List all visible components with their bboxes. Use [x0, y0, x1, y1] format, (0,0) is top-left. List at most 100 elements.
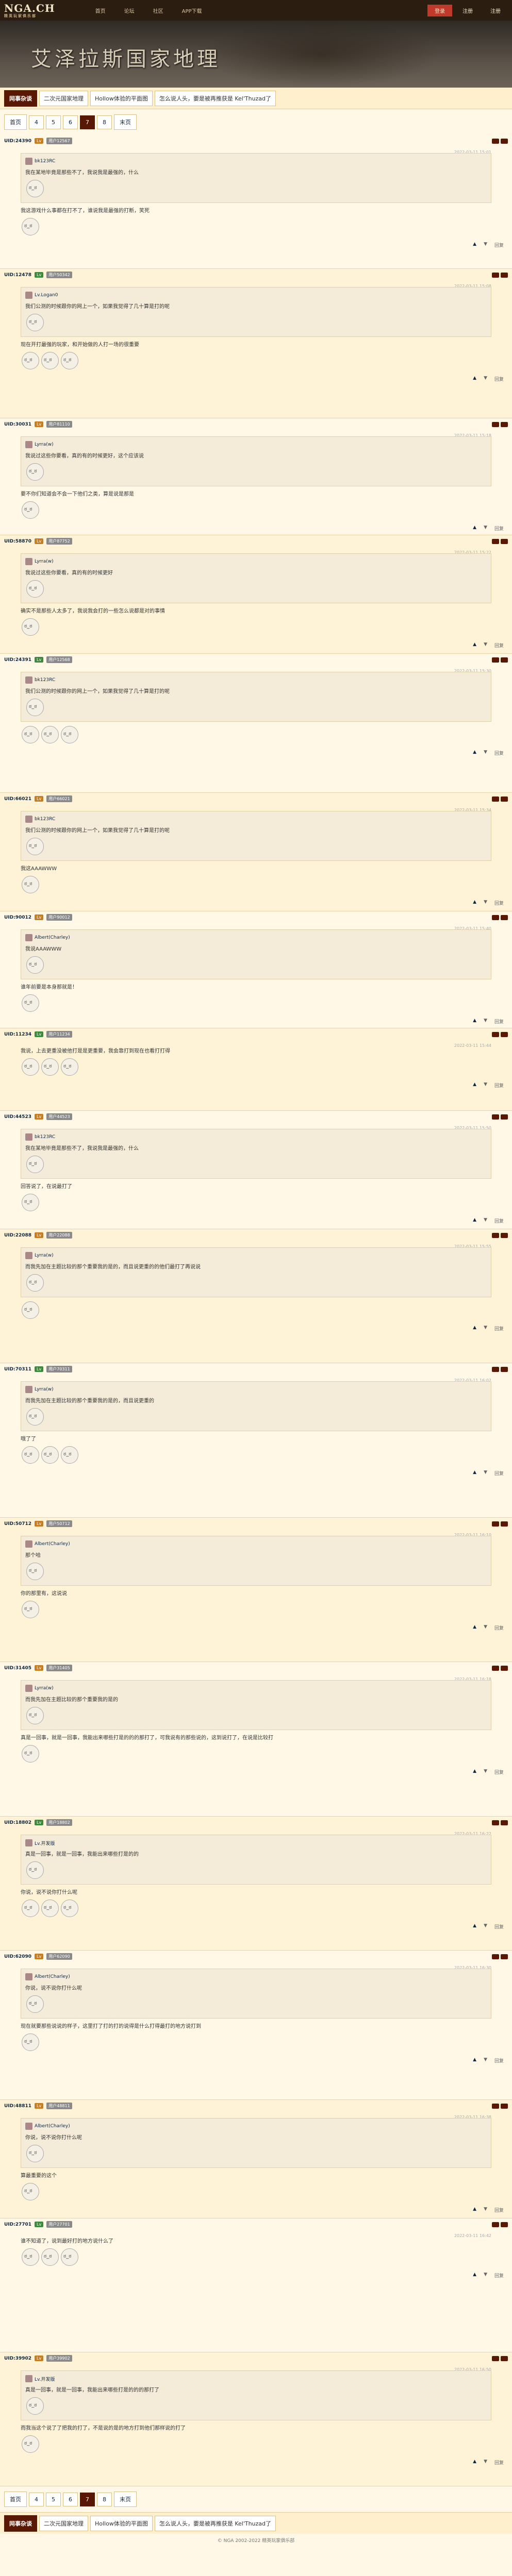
quote-author[interactable]: Lv.Logan0 [35, 293, 58, 298]
quote-author[interactable]: Albert(Charley) [35, 1974, 70, 1979]
upvote-icon[interactable]: ▲ [473, 376, 476, 382]
post-username[interactable]: 用户50712 [46, 1520, 72, 1527]
breadcrumb-item[interactable]: 二次元国家地理 [39, 2515, 88, 2531]
downvote-icon[interactable]: ▼ [484, 1325, 487, 1332]
quote-author[interactable]: Albert(Charley) [35, 2124, 70, 2129]
reply-button[interactable]: 回复 [494, 2207, 504, 2213]
register-link[interactable]: 注册 [455, 5, 480, 16]
quote-author[interactable]: bk123RC [35, 1134, 55, 1140]
quote-author[interactable]: Lyrra(w) [35, 1253, 54, 1258]
reply-icon[interactable] [501, 796, 508, 802]
downvote-icon[interactable]: ▼ [484, 1624, 487, 1631]
pager-first[interactable]: 首页 [4, 2492, 27, 2507]
reply-button[interactable]: 回复 [494, 2459, 504, 2466]
breadcrumb-item[interactable]: 怎么说人头，要是被再推获是 Kel'Thuzad了 [154, 2515, 276, 2531]
breadcrumb-home[interactable]: 网事杂谈 [4, 90, 37, 107]
reply-icon[interactable] [501, 1820, 508, 1825]
post-username[interactable]: 用户31405 [46, 1665, 72, 1671]
reply-button[interactable]: 回复 [494, 376, 504, 382]
downvote-icon[interactable]: ▼ [484, 2057, 487, 2064]
post-username[interactable]: 用户90012 [46, 914, 72, 921]
downvote-icon[interactable]: ▼ [484, 642, 487, 649]
register-link-2[interactable]: 注册 [483, 5, 508, 16]
downvote-icon[interactable]: ▼ [484, 2459, 487, 2466]
post-username[interactable]: 用户22088 [46, 1232, 72, 1239]
pager-last[interactable]: 末页 [114, 114, 137, 130]
upvote-icon[interactable]: ▲ [473, 1769, 476, 1775]
reply-button[interactable]: 回复 [494, 750, 504, 756]
post-uid[interactable]: UID:66021 [4, 796, 31, 802]
login-link[interactable]: 登录 [427, 4, 452, 16]
pager-current[interactable]: 7 [80, 2492, 95, 2506]
reply-icon[interactable] [501, 657, 508, 663]
reply-button[interactable]: 回复 [494, 900, 504, 906]
downvote-icon[interactable]: ▼ [484, 1470, 487, 1477]
quote-author[interactable]: Lv.开发版 [35, 1840, 55, 1846]
upvote-icon[interactable]: ▲ [473, 1470, 476, 1477]
post-uid[interactable]: UID:24391 [4, 657, 31, 663]
quote-author[interactable]: Albert(Charley) [35, 1541, 70, 1547]
reply-button[interactable]: 回复 [494, 1082, 504, 1089]
post-username[interactable]: 用户48811 [46, 2103, 72, 2109]
downvote-icon[interactable]: ▼ [484, 1923, 487, 1930]
quote-author[interactable]: Lv.开发版 [35, 2376, 55, 2382]
reply-icon[interactable] [501, 1232, 508, 1238]
quote-icon[interactable] [492, 1031, 499, 1037]
post-username[interactable]: 用户87752 [46, 538, 72, 545]
post-uid[interactable]: UID:70311 [4, 1367, 31, 1372]
pager-page[interactable]: 8 [97, 115, 112, 129]
post-username[interactable]: 用户12568 [46, 656, 72, 663]
downvote-icon[interactable]: ▼ [484, 750, 487, 756]
quote-icon[interactable] [492, 796, 499, 802]
downvote-icon[interactable]: ▼ [484, 1082, 487, 1089]
quote-icon[interactable] [492, 1232, 499, 1238]
quote-icon[interactable] [492, 538, 499, 544]
post-username[interactable]: 用户11234 [46, 1031, 72, 1038]
post-username[interactable]: 用户12567 [46, 138, 72, 144]
pager-page[interactable]: 5 [46, 115, 61, 129]
pager-page[interactable]: 6 [63, 115, 78, 129]
upvote-icon[interactable]: ▲ [473, 2459, 476, 2466]
post-uid[interactable]: UID:22088 [4, 1233, 31, 1238]
upvote-icon[interactable]: ▲ [473, 642, 476, 649]
post-username[interactable]: 用户81110 [46, 421, 72, 428]
downvote-icon[interactable]: ▼ [484, 1769, 487, 1775]
nav-forum[interactable]: 论坛 [115, 7, 144, 14]
post-uid[interactable]: UID:12478 [4, 273, 31, 278]
pager-page[interactable]: 8 [97, 2492, 112, 2506]
quote-icon[interactable] [492, 2222, 499, 2227]
post-username[interactable]: 用户66021 [46, 795, 72, 802]
quote-icon[interactable] [492, 1954, 499, 1959]
pager-page[interactable]: 4 [29, 115, 44, 129]
reply-button[interactable]: 回复 [494, 2057, 504, 2064]
reply-icon[interactable] [501, 1366, 508, 1372]
breadcrumb-item[interactable]: Hollow体验的平面图 [90, 2515, 153, 2531]
pager-current[interactable]: 7 [80, 115, 95, 129]
reply-icon[interactable] [501, 1521, 508, 1527]
post-username[interactable]: 用户50342 [46, 272, 72, 278]
post-uid[interactable]: UID:90012 [4, 915, 31, 920]
post-username[interactable]: 用户39902 [46, 2355, 72, 2362]
quote-author[interactable]: Lyrra(w) [35, 1387, 54, 1392]
quote-author[interactable]: Lyrra(w) [35, 442, 54, 447]
downvote-icon[interactable]: ▼ [484, 1217, 487, 1224]
quote-author[interactable]: Albert(Charley) [35, 935, 70, 940]
reply-icon[interactable] [501, 272, 508, 278]
quote-icon[interactable] [492, 657, 499, 663]
upvote-icon[interactable]: ▲ [473, 750, 476, 756]
reply-button[interactable]: 回复 [494, 1470, 504, 1477]
quote-author[interactable]: bk123RC [35, 159, 55, 164]
downvote-icon[interactable]: ▼ [484, 525, 487, 532]
upvote-icon[interactable]: ▲ [473, 525, 476, 532]
pager-page[interactable]: 5 [46, 2492, 61, 2506]
quote-icon[interactable] [492, 914, 499, 920]
quote-icon[interactable] [492, 1521, 499, 1527]
reply-button[interactable]: 回复 [494, 2272, 504, 2279]
pager-page[interactable]: 4 [29, 2492, 44, 2506]
quote-author[interactable]: Lyrra(w) [35, 1686, 54, 1691]
post-uid[interactable]: UID:11234 [4, 1032, 31, 1037]
upvote-icon[interactable]: ▲ [473, 2272, 476, 2279]
upvote-icon[interactable]: ▲ [473, 1018, 476, 1025]
reply-button[interactable]: 回复 [494, 1624, 504, 1631]
pager-first[interactable]: 首页 [4, 114, 27, 130]
